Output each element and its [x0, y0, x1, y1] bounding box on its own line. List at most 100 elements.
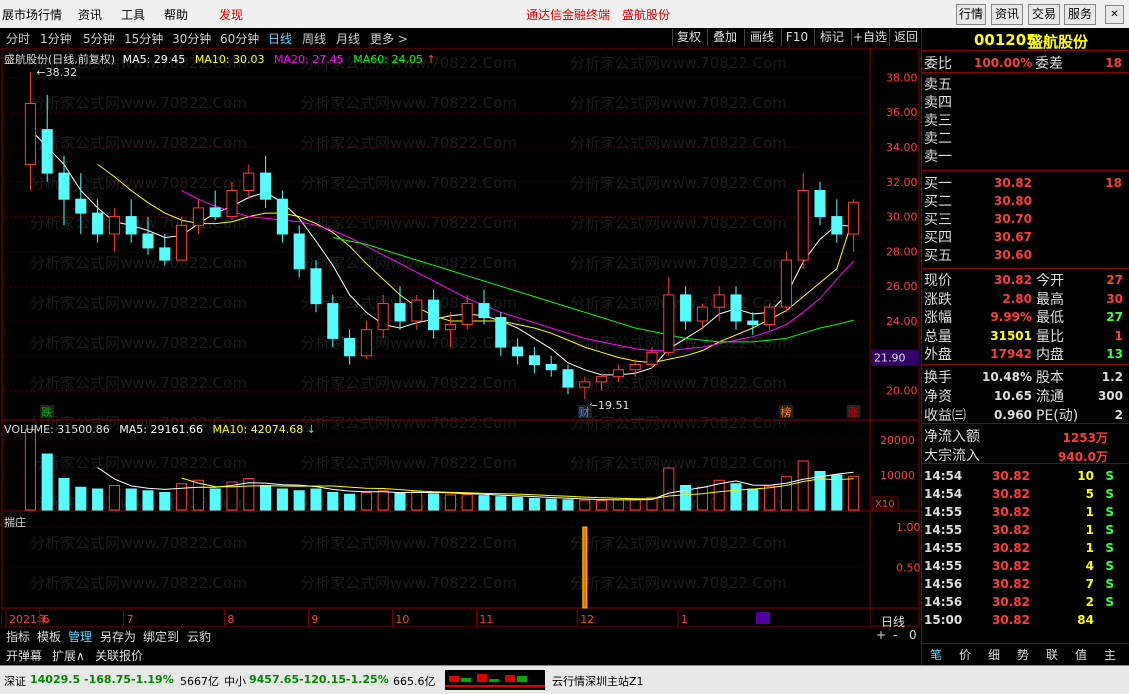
watermark-text: 分析家公式网www.70822.Com	[300, 94, 517, 112]
tab-15min[interactable]: 15分钟	[124, 30, 163, 47]
adjust-button[interactable]: 复权	[672, 29, 705, 46]
related-quote-button[interactable]: 关联报价	[95, 647, 143, 664]
x-tick-label: 10	[395, 613, 409, 626]
x-axis: 2021年6 7 8 9 10 11 12 1	[2, 610, 870, 626]
news-button[interactable]: 资讯	[991, 4, 1023, 25]
volume-bar	[831, 474, 843, 511]
menu-help[interactable]: 帮助	[164, 6, 188, 23]
menu-news[interactable]: 资讯	[78, 6, 102, 23]
menu-market[interactable]: 展市场行情	[2, 6, 62, 23]
save-as-button[interactable]: 另存为	[100, 628, 136, 645]
panel-tab[interactable]: 细	[988, 646, 1000, 663]
sz-index[interactable]: 14029.5	[30, 673, 80, 686]
window-title: 通达信金融终端 盛航股份	[526, 8, 671, 22]
indicator-button[interactable]: 指标	[6, 628, 30, 645]
sell-level-label: 卖二	[924, 131, 952, 147]
panel-tab[interactable]: 笔	[930, 646, 942, 663]
tab-30min[interactable]: 30分钟	[172, 30, 211, 47]
zoom-reset-button[interactable]: 0	[909, 628, 917, 642]
buy-level-price[interactable]: 30.80	[982, 194, 1032, 208]
tick-volume: 84	[1077, 613, 1094, 627]
danmaku-button[interactable]: 开弹幕	[6, 647, 42, 664]
tab-timeshare[interactable]: 分时	[6, 30, 30, 47]
tick-side: S	[1105, 541, 1114, 555]
mark-button[interactable]: 标记	[814, 29, 849, 46]
panel-tab[interactable]: 势	[1017, 646, 1029, 663]
tab-5min[interactable]: 5分钟	[83, 30, 115, 47]
indicator-bar	[582, 526, 588, 609]
bind-to-button[interactable]: 绑定到	[143, 628, 179, 645]
panel-tab[interactable]: 值	[1075, 646, 1087, 663]
weibi-value: 100.00%	[974, 56, 1033, 70]
zx-amount: 665.6亿	[393, 675, 436, 688]
close-icon[interactable]: ✕	[1105, 5, 1124, 24]
candle-body	[75, 198, 87, 214]
buy-level-label: 买一	[924, 176, 952, 192]
server-name[interactable]: 云行情深圳主站Z1	[552, 673, 644, 689]
manage-button[interactable]: 管理	[68, 628, 92, 645]
watermark-text: 分析家公式网www.70822.Com	[30, 134, 247, 152]
candle-body	[629, 364, 641, 371]
volume-bar	[310, 488, 322, 511]
flow-label: 净流入额	[924, 429, 980, 445]
candle-body	[713, 294, 725, 308]
watermark-text: 分析家公式网www.70822.Com	[30, 454, 247, 472]
zoom-out-button[interactable]: -	[893, 628, 897, 642]
tick-time: 14:54	[924, 469, 963, 483]
tab-monthly[interactable]: 月线	[336, 30, 360, 47]
stat-value: 2	[1114, 408, 1123, 422]
tab-daily[interactable]: 日线	[268, 30, 292, 47]
panel-tab[interactable]: 联	[1046, 646, 1058, 663]
menu-tools[interactable]: 工具	[121, 6, 145, 23]
tab-60min[interactable]: 60分钟	[220, 30, 259, 47]
expand-button[interactable]: 扩展∧	[52, 647, 85, 664]
panel-tab[interactable]: 主	[1104, 646, 1116, 663]
tab-1min[interactable]: 1分钟	[40, 30, 72, 47]
candle-body	[495, 317, 507, 348]
candle-body	[478, 303, 490, 319]
tab-more[interactable]: 更多 >	[370, 30, 408, 47]
overlay-button[interactable]: 叠加	[707, 29, 742, 46]
quote-value: 9.99%	[990, 310, 1032, 324]
buy-level-price[interactable]: 30.82	[982, 176, 1032, 190]
watermark-text: 分析家公式网www.70822.Com	[300, 454, 517, 472]
tick-time: 14:55	[924, 523, 963, 537]
candle-body	[528, 355, 540, 365]
back-button[interactable]: 返回	[889, 29, 922, 46]
yunbao-button[interactable]: 云豹	[187, 628, 211, 645]
draw-button[interactable]: 画线	[744, 29, 779, 46]
service-button[interactable]: 服务	[1064, 4, 1096, 25]
buy-level-price[interactable]: 30.67	[982, 230, 1032, 244]
watermark-text: 分析家公式网www.70822.Com	[570, 414, 787, 432]
candle-body	[764, 306, 776, 325]
add-favorite-button[interactable]: +自选	[851, 29, 888, 46]
watermark-text: 分析家公式网www.70822.Com	[570, 454, 787, 472]
vol-ma5-value: 29161.66	[150, 423, 203, 436]
tab-weekly[interactable]: 周线	[302, 30, 326, 47]
panel-tab[interactable]: 价	[959, 646, 971, 663]
quote-value: 31501	[990, 328, 1032, 343]
y-tick-label: 32.00	[886, 176, 918, 189]
candle-body	[377, 303, 389, 331]
low-price-label: ←19.51	[589, 399, 630, 412]
quote-button[interactable]: 行情	[956, 4, 986, 25]
menu-discover[interactable]: 发现	[219, 6, 243, 23]
buy-level-price[interactable]: 30.70	[982, 212, 1032, 226]
volume-bar	[125, 488, 137, 511]
zx-change: -120.15	[299, 673, 347, 686]
trade-button[interactable]: 交易	[1028, 4, 1060, 25]
tick-volume: 4	[1085, 559, 1094, 573]
quote-label: 今开	[1036, 273, 1064, 289]
buy-level-price[interactable]: 30.60	[982, 248, 1032, 262]
candle-body	[596, 376, 608, 383]
quote-value: 2.80	[1002, 291, 1032, 306]
watermark-text: 分析家公式网www.70822.Com	[30, 574, 247, 592]
event-mark: 财	[579, 405, 590, 419]
quote-panel: 001205 盛航股份 委比 100.00% 委差 18 卖五 卖四 卖三 卖二 卖一 …	[921, 28, 1129, 665]
tick-side: S	[1105, 595, 1114, 609]
f10-button[interactable]: F10	[781, 29, 812, 46]
zoom-in-button[interactable]: +	[876, 628, 886, 642]
zx-index[interactable]: 9457.65	[249, 673, 299, 686]
template-button[interactable]: 模板	[37, 628, 61, 645]
kline-chart[interactable]: 分析家公式网www.70822.Com 分析家公式网www.70822.Com 分析…	[0, 48, 921, 627]
